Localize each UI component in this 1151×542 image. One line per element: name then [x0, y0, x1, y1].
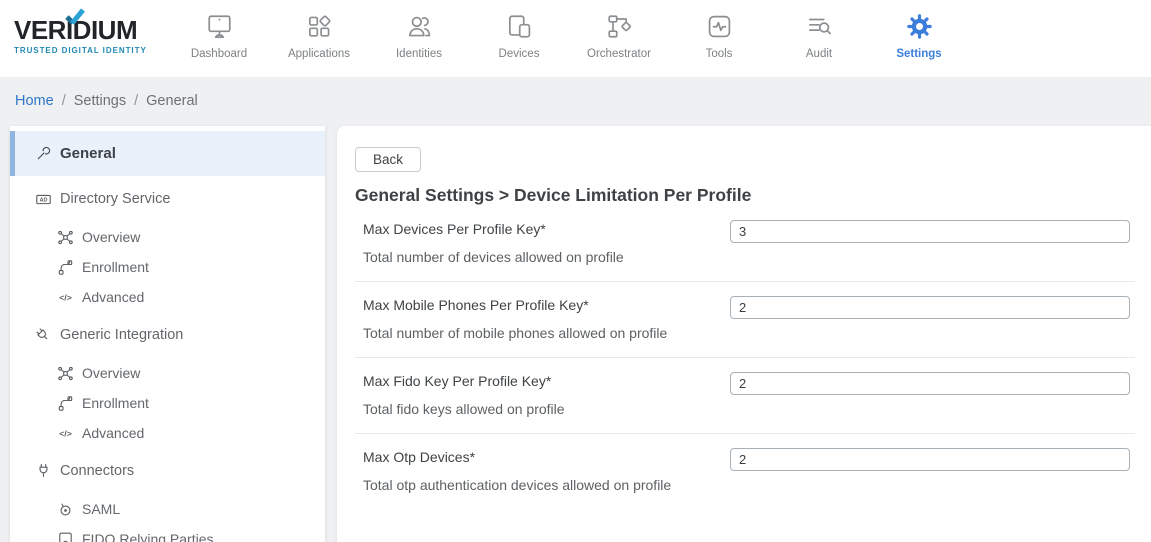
sidebar-item-generic-integration[interactable]: Generic Integration	[10, 320, 325, 350]
sidebar-item-overview[interactable]: Overview	[10, 358, 325, 388]
main-panel: Back General Settings > Device Limitatio…	[337, 126, 1151, 542]
devices-icon	[505, 11, 534, 41]
sidebar-item-directory-service[interactable]: AD Directory Service	[10, 184, 325, 214]
field-row-max-devices-per-profile-key: Max Devices Per Profile Key* Total numbe…	[355, 206, 1135, 282]
nav-item-label: Applications	[288, 48, 350, 60]
sidebar-item-enrollment[interactable]: Enrollment	[10, 388, 325, 418]
nav-item-label: Devices	[499, 48, 540, 60]
sidebar-item-saml[interactable]: SAML	[10, 494, 325, 524]
integration-icon	[33, 326, 53, 345]
sidebar-item-advanced[interactable]: </> Advanced	[10, 418, 325, 448]
applications-icon	[305, 11, 334, 41]
field-description: Total number of devices allowed on profi…	[363, 248, 730, 267]
sidebar-item-label: Overview	[82, 229, 140, 245]
brand-name: VERIDIUM	[14, 17, 169, 43]
wrench-icon	[33, 144, 53, 163]
field-input[interactable]	[730, 296, 1130, 319]
sidebar-item-label: General	[60, 145, 116, 162]
field-description: Total fido keys allowed on profile	[363, 400, 730, 419]
sidebar: General AD Directory Service Overview En…	[10, 126, 325, 542]
breadcrumb-separator: /	[134, 93, 138, 109]
top-nav: VERIDIUM TRUSTED DIGITAL IDENTITY Dashbo…	[0, 0, 1151, 77]
field-description: Total otp authentication devices allowed…	[363, 476, 730, 495]
field-input[interactable]	[730, 372, 1130, 395]
nav-item-tools[interactable]: Tools	[669, 11, 769, 60]
field-description: Total number of mobile phones allowed on…	[363, 324, 730, 343]
sidebar-item-fido-relying-parties[interactable]: FIDO Relying Parties	[10, 524, 325, 542]
breadcrumb-home[interactable]: Home	[15, 93, 54, 109]
veridium-logo[interactable]: VERIDIUM TRUSTED DIGITAL IDENTITY	[14, 17, 169, 55]
field-row-max-mobile-phones-per-profile-key: Max Mobile Phones Per Profile Key* Total…	[355, 282, 1135, 358]
nav-item-label: Orchestrator	[587, 48, 651, 60]
code-icon: </>	[55, 424, 75, 443]
nav-item-audit[interactable]: Audit	[769, 11, 869, 60]
nav-item-identities[interactable]: Identities	[369, 11, 469, 60]
overview-icon	[55, 364, 75, 383]
sidebar-item-label: Enrollment	[82, 259, 149, 275]
svg-text:</>: </>	[59, 428, 72, 438]
field-row-max-fido-key-per-profile-key: Max Fido Key Per Profile Key* Total fido…	[355, 358, 1135, 434]
identities-icon	[405, 11, 434, 41]
back-button[interactable]: Back	[355, 147, 421, 172]
tools-icon	[705, 11, 734, 41]
breadcrumb-general: General	[146, 93, 198, 109]
svg-text:AD: AD	[39, 197, 47, 203]
nav-item-label: Dashboard	[191, 48, 247, 60]
field-label: Max Otp Devices*	[363, 448, 730, 467]
content: General AD Directory Service Overview En…	[0, 126, 1151, 542]
top-nav-items: Dashboard Applications Identities Device…	[169, 0, 969, 60]
brand-check-icon	[64, 8, 85, 27]
field-input[interactable]	[730, 220, 1130, 243]
enrollment-icon	[55, 258, 75, 277]
enrollment-icon	[55, 394, 75, 413]
nav-item-devices[interactable]: Devices	[469, 11, 569, 60]
brand-tagline: TRUSTED DIGITAL IDENTITY	[14, 46, 169, 55]
nav-item-applications[interactable]: Applications	[269, 11, 369, 60]
sidebar-item-label: Overview	[82, 365, 140, 381]
fido-icon	[55, 530, 75, 542]
sidebar-item-label: Connectors	[60, 463, 134, 479]
sidebar-item-enrollment[interactable]: Enrollment	[10, 252, 325, 282]
nav-item-label: Identities	[396, 48, 442, 60]
field-label: Max Fido Key Per Profile Key*	[363, 372, 730, 391]
sidebar-item-label: FIDO Relying Parties	[82, 531, 213, 542]
field-label: Max Devices Per Profile Key*	[363, 220, 730, 239]
sidebar-item-label: Directory Service	[60, 191, 170, 207]
nav-item-orchestrator[interactable]: Orchestrator	[569, 11, 669, 60]
svg-text:</>: </>	[59, 292, 72, 302]
active-directory-icon: AD	[33, 190, 53, 209]
audit-icon	[805, 11, 834, 41]
field-input[interactable]	[730, 448, 1130, 471]
saml-icon	[55, 500, 75, 519]
dashboard-icon	[205, 11, 234, 41]
orchestrator-icon	[605, 11, 634, 41]
sidebar-item-label: Generic Integration	[60, 327, 183, 343]
breadcrumb: Home / Settings / General	[0, 77, 1151, 126]
breadcrumb-separator: /	[62, 93, 66, 109]
page-title: General Settings > Device Limitation Per…	[355, 185, 1135, 206]
nav-item-label: Tools	[706, 48, 733, 60]
fields-form: Max Devices Per Profile Key* Total numbe…	[355, 206, 1135, 510]
page: VERIDIUM TRUSTED DIGITAL IDENTITY Dashbo…	[0, 0, 1151, 542]
sidebar-item-connectors[interactable]: Connectors	[10, 456, 325, 486]
sidebar-item-label: Advanced	[82, 425, 144, 441]
field-row-max-otp-devices: Max Otp Devices* Total otp authenticatio…	[355, 434, 1135, 510]
nav-item-label: Audit	[806, 48, 832, 60]
nav-item-label: Settings	[896, 48, 941, 60]
nav-item-settings[interactable]: Settings	[869, 11, 969, 60]
plug-icon	[33, 462, 53, 481]
settings-icon	[905, 11, 934, 41]
breadcrumb-settings[interactable]: Settings	[74, 93, 126, 109]
sidebar-item-label: Advanced	[82, 289, 144, 305]
field-label: Max Mobile Phones Per Profile Key*	[363, 296, 730, 315]
code-icon: </>	[55, 288, 75, 307]
sidebar-item-label: Enrollment	[82, 395, 149, 411]
overview-icon	[55, 228, 75, 247]
sidebar-item-label: SAML	[82, 501, 120, 517]
sidebar-item-overview[interactable]: Overview	[10, 222, 325, 252]
sidebar-item-general[interactable]: General	[10, 131, 325, 176]
nav-item-dashboard[interactable]: Dashboard	[169, 11, 269, 60]
sidebar-item-advanced[interactable]: </> Advanced	[10, 282, 325, 312]
